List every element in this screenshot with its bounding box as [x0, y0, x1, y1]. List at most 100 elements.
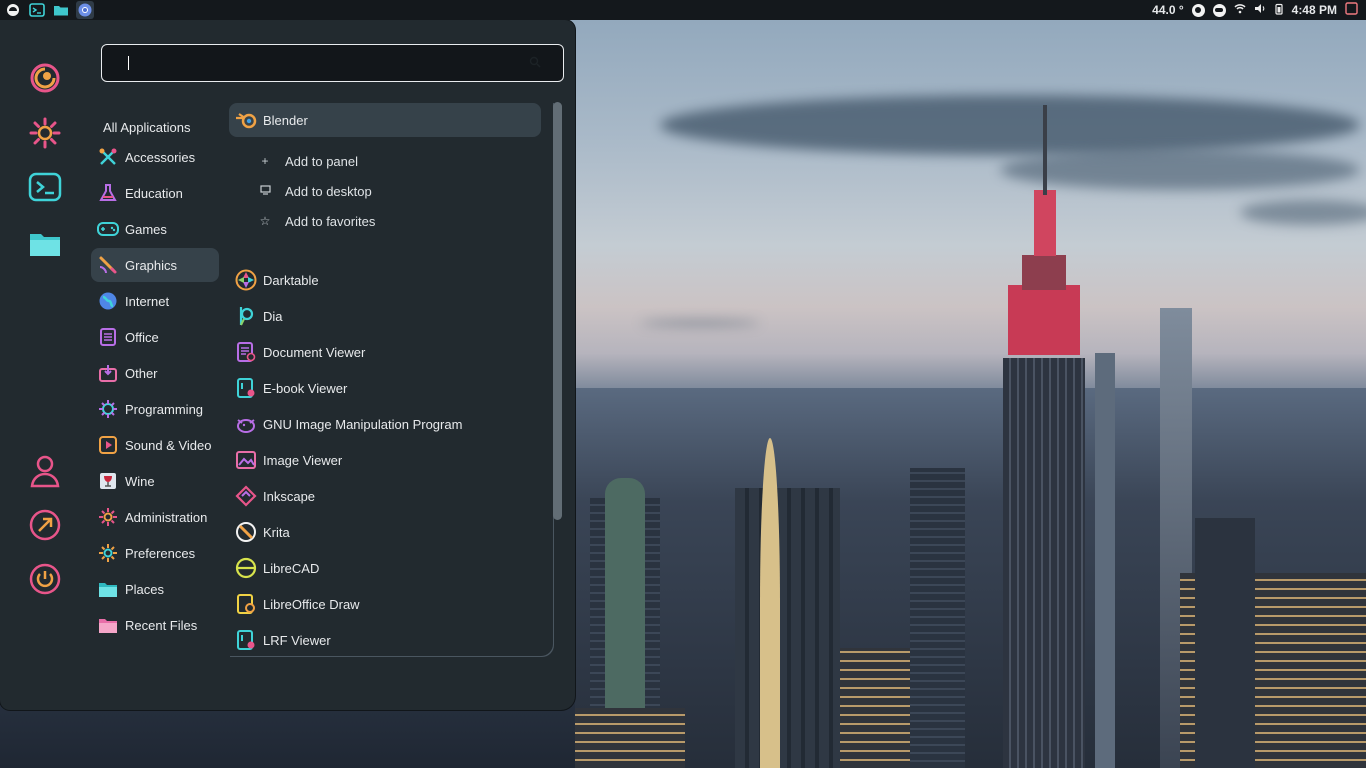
gimp-icon — [235, 413, 257, 435]
preferences-icon — [97, 542, 119, 564]
battery-icon[interactable] — [1274, 3, 1284, 18]
ebook-viewer-icon — [235, 377, 257, 399]
context-add-to-desktop[interactable]: Add to desktop — [259, 179, 372, 203]
app-krita[interactable]: Krita — [229, 515, 541, 549]
panel-launchers — [0, 1, 94, 19]
favorites-sidebar — [0, 20, 90, 710]
app-logo-icon[interactable] — [27, 60, 63, 96]
category-other[interactable]: Other — [91, 356, 219, 390]
search-box[interactable] — [101, 44, 564, 82]
wifi-icon[interactable] — [1234, 3, 1246, 17]
accessories-icon — [97, 146, 119, 168]
app-lrf-viewer[interactable]: LRF Viewer — [229, 623, 541, 656]
category-label: Accessories — [125, 149, 196, 165]
category-office[interactable]: Office — [91, 320, 219, 354]
app-label: Krita — [263, 524, 290, 540]
category-internet[interactable]: Internet — [91, 284, 219, 318]
category-label: Places — [125, 581, 165, 597]
graphics-icon — [97, 254, 119, 276]
programming-icon — [97, 398, 119, 420]
app-label: Blender — [263, 112, 308, 128]
category-label: Wine — [125, 473, 155, 489]
context-add-to-favorites[interactable]: ☆ Add to favorites — [259, 209, 376, 233]
category-recent-files[interactable]: Recent Files — [91, 608, 219, 642]
app-label: Document Viewer — [263, 344, 366, 360]
terminal-icon[interactable] — [28, 1, 46, 19]
category-games[interactable]: Games — [91, 212, 219, 246]
all-applications-category[interactable]: All Applications — [91, 116, 219, 138]
record-icon[interactable] — [1191, 3, 1205, 17]
app-darktable[interactable]: Darktable — [229, 263, 541, 297]
app-libreoffice-draw[interactable]: LibreOffice Draw — [229, 587, 541, 621]
category-label: Preferences — [125, 545, 196, 561]
system-tray: 44.0 ° 4:48 PM — [1152, 2, 1366, 18]
category-places[interactable]: Places — [91, 572, 219, 606]
app-image-viewer[interactable]: Image Viewer — [229, 443, 541, 477]
app-label: LRF Viewer — [263, 632, 331, 648]
logout-icon[interactable] — [27, 507, 63, 543]
context-label: Add to panel — [285, 153, 359, 169]
category-label: Programming — [125, 401, 204, 417]
application-list: Blender + Add to panel Add to desktop ☆ … — [229, 102, 553, 656]
context-label: Add to desktop — [285, 183, 372, 199]
blender-icon — [235, 109, 257, 131]
category-label: Office — [125, 329, 159, 345]
app-document-viewer[interactable]: Document Viewer — [229, 335, 541, 369]
files-icon[interactable] — [27, 226, 63, 262]
category-label: Internet — [125, 293, 170, 309]
app-blender[interactable]: Blender — [229, 103, 541, 137]
terminal-icon[interactable] — [27, 169, 63, 205]
category-graphics[interactable]: Graphics — [91, 248, 219, 282]
menu-logo-icon[interactable] — [4, 1, 22, 19]
app-dia[interactable]: Dia — [229, 299, 541, 333]
category-label: Other — [125, 365, 158, 381]
category-education[interactable]: Education — [91, 176, 219, 210]
temperature-readout[interactable]: 44.0 ° — [1152, 3, 1184, 17]
plus-icon: + — [261, 154, 269, 168]
librecad-icon — [235, 557, 257, 579]
search-icon — [529, 55, 541, 73]
volume-icon[interactable] — [1254, 3, 1266, 17]
category-wine[interactable]: Wine — [91, 464, 219, 498]
category-sound-video[interactable]: Sound & Video — [91, 428, 219, 462]
app-list-scrollbar[interactable] — [553, 102, 562, 520]
category-label: Education — [125, 185, 183, 201]
category-programming[interactable]: Programming — [91, 392, 219, 426]
app-gimp[interactable]: GNU Image Manipulation Program — [229, 407, 541, 441]
folder-icon[interactable] — [52, 1, 70, 19]
clock[interactable]: 4:48 PM — [1292, 3, 1337, 17]
app-label: E-book Viewer — [263, 380, 348, 396]
app-label: Image Viewer — [263, 452, 343, 468]
app-label: GNU Image Manipulation Program — [263, 416, 463, 432]
power-icon[interactable] — [27, 561, 63, 597]
category-accessories[interactable]: Accessories — [91, 140, 219, 174]
wine-icon — [97, 470, 119, 492]
application-menu: All Applications Accessories Education G… — [0, 20, 575, 710]
settings-icon[interactable] — [27, 115, 63, 151]
user-icon[interactable] — [27, 453, 63, 489]
app-ebook-viewer[interactable]: E-book Viewer — [229, 371, 541, 405]
category-label: Administration — [125, 509, 208, 525]
category-administration[interactable]: Administration — [91, 500, 219, 534]
inkscape-icon — [235, 485, 257, 507]
star-icon: ☆ — [259, 214, 271, 228]
category-label: Sound & Video — [125, 437, 212, 453]
chromium-icon[interactable] — [76, 1, 94, 19]
desktop-icon — [259, 184, 271, 198]
krita-icon — [235, 521, 257, 543]
category-label: Games — [125, 221, 167, 237]
administration-icon — [97, 506, 119, 528]
context-add-to-panel[interactable]: + Add to panel — [259, 149, 358, 173]
text-caret — [128, 56, 129, 70]
eye-icon[interactable] — [1212, 3, 1226, 17]
show-desktop-icon[interactable] — [1345, 2, 1358, 18]
image-viewer-icon — [235, 449, 257, 471]
places-icon — [97, 578, 119, 600]
app-librecad[interactable]: LibreCAD — [229, 551, 541, 585]
app-label: LibreCAD — [263, 560, 320, 576]
app-inkscape[interactable]: Inkscape — [229, 479, 541, 513]
app-label: Darktable — [263, 272, 319, 288]
search-input[interactable] — [102, 45, 506, 81]
category-preferences[interactable]: Preferences — [91, 536, 219, 570]
libreoffice-draw-icon — [235, 593, 257, 615]
